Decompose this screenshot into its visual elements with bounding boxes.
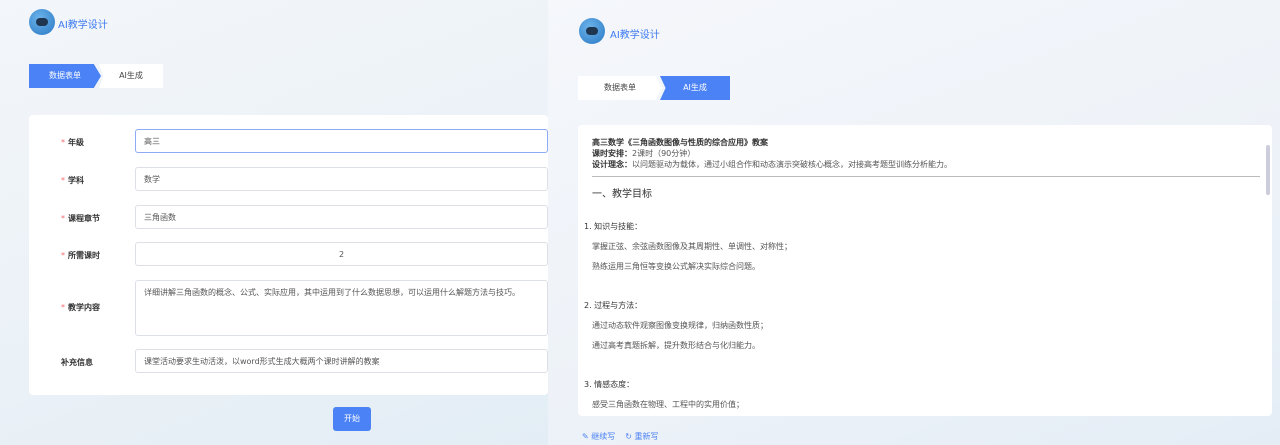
tab-ai-generate[interactable]: AI生成 — [99, 64, 163, 88]
start-button[interactable]: 开始 — [333, 407, 371, 431]
objective-line: 通过动态软件观察图像变换规律，归纳函数性质； — [592, 321, 768, 330]
plan-title: 高三数学《三角函数图像与性质的综合应用》教案 — [592, 138, 768, 147]
grade-input[interactable]: 高三 — [135, 129, 548, 153]
result-panel: AI教学设计 数据表单 AI生成 高三数学《三角函数图像与性质的综合应用》教案 … — [548, 0, 1280, 445]
form-card: * 年级 高三 * 学科 数学 * 课程章节 三角函数 * 所需课时 2 * 教学内容 详… — [29, 115, 548, 395]
subject-input[interactable]: 数学 — [135, 167, 548, 191]
content-textarea[interactable]: 详细讲解三角函数的概念、公式、实际应用，其中运用到了什么数据思想，可以运用什么解… — [135, 280, 548, 336]
continue-write-button[interactable]: ✎ 继续写 — [582, 431, 615, 442]
field-label: * 学科 — [61, 176, 84, 185]
objective-line: 感受三角函数在物理、工程中的实用价值； — [592, 400, 744, 409]
robot-logo-icon — [29, 9, 55, 35]
robot-logo-icon — [579, 18, 605, 44]
divider — [592, 176, 1260, 177]
field-label: * 教学内容 — [61, 303, 100, 312]
objective-line: 熟练运用三角恒等变换公式解决实际综合问题。 — [592, 262, 760, 271]
hours-input[interactable]: 2 — [135, 242, 548, 266]
field-label: * 年级 — [61, 138, 84, 147]
objective-heading: 1. 知识与技能： — [584, 222, 643, 231]
field-label: * 课程章节 — [61, 214, 100, 223]
tab-data-form[interactable]: 数据表单 — [578, 76, 662, 100]
extra-info-input[interactable]: 课堂活动要求生动活泼，以word形式生成大概两个课时讲解的教案 — [135, 349, 548, 373]
objective-line: 掌握正弦、余弦函数图像及其周期性、单调性、对称性； — [592, 242, 792, 251]
chapter-input[interactable]: 三角函数 — [135, 205, 548, 229]
app-title: AI教学设计 — [58, 20, 108, 31]
field-label: 补充信息 — [61, 358, 93, 367]
form-panel: AI教学设计 数据表单 AI生成 * 年级 高三 * 学科 数学 * 课程章节 三角函… — [0, 0, 548, 445]
objective-heading: 3. 情感态度： — [584, 380, 635, 389]
rewrite-button[interactable]: ↻ 重新写 — [625, 431, 658, 442]
lesson-plan-output: 高三数学《三角函数图像与性质的综合应用》教案 课时安排：2课时（90分钟） 设计… — [578, 125, 1272, 416]
tab-ai-generate[interactable]: AI生成 — [660, 76, 730, 100]
field-label: * 所需课时 — [61, 251, 100, 260]
objective-heading: 2. 过程与方法： — [584, 301, 643, 310]
scrollbar[interactable] — [1266, 145, 1270, 195]
refresh-icon: ↻ — [625, 432, 632, 441]
section-heading: 一、教学目标 — [592, 189, 652, 200]
schedule: 2课时（90分钟） — [632, 149, 696, 158]
tab-data-form[interactable]: 数据表单 — [29, 64, 101, 88]
objective-line: 通过高考真题拆解，提升数形结合与化归能力。 — [592, 341, 760, 350]
edit-icon: ✎ — [582, 432, 589, 441]
app-title: AI教学设计 — [610, 30, 660, 41]
concept: 以问题驱动为载体，通过小组合作和动态演示突破核心概念，对接高考题型训练分析能力。 — [632, 160, 952, 169]
